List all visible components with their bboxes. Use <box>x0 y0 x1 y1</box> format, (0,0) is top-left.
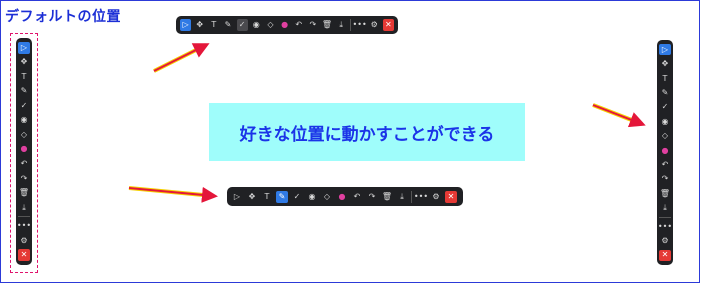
default-position-heading: デフォルトの位置 <box>5 9 121 25</box>
pen-icon[interactable]: ✎ <box>222 19 233 31</box>
toolbar-horizontal-top: ▷ ✥ T ✎ ✓ ◉ ◇ ● ↶ ↷ 🗑 ⤓ ••• ⚙ ✕ <box>176 16 398 34</box>
pen-icon[interactable]: ✎ <box>659 87 671 98</box>
caption-box: 好きな位置に動かすことができる <box>209 103 525 161</box>
trash-icon[interactable]: 🗑 <box>381 191 393 203</box>
eraser-icon[interactable]: ◇ <box>321 191 333 203</box>
toolbar-separator <box>411 190 412 203</box>
close-icon[interactable]: ✕ <box>445 190 457 203</box>
undo-icon[interactable]: ↶ <box>351 191 363 203</box>
toolbar-vertical-left: ▷ ✥ T ✎ ✓ ◉ ◇ ● ↶ ↷ 🗑 ⤓ ••• ⚙ ✕ <box>16 38 32 265</box>
undo-icon[interactable]: ↶ <box>18 158 30 170</box>
circle-icon[interactable]: ◉ <box>251 19 262 31</box>
circle-icon[interactable]: ◉ <box>18 115 30 127</box>
redo-icon[interactable]: ↷ <box>659 174 671 185</box>
close-icon[interactable]: ✕ <box>382 19 394 31</box>
undo-icon[interactable]: ↶ <box>293 19 304 31</box>
color-icon[interactable]: ● <box>336 191 348 203</box>
eraser-icon[interactable]: ◇ <box>18 129 30 141</box>
eraser-icon[interactable]: ◇ <box>265 19 276 31</box>
toolbar-horizontal-middle: ▷ ✥ T ✎ ✓ ◉ ◇ ● ↶ ↷ 🗑 ⤓ ••• ⚙ ✕ <box>227 187 463 206</box>
pen-icon[interactable]: ✎ <box>276 190 288 203</box>
color-icon[interactable]: ● <box>18 144 30 156</box>
trash-icon[interactable]: 🗑 <box>659 188 671 199</box>
trash-icon[interactable]: 🗑 <box>18 187 30 199</box>
trash-icon[interactable]: 🗑 <box>321 19 332 31</box>
more-icon[interactable]: ••• <box>414 191 428 203</box>
download-icon[interactable]: ⤓ <box>396 191 408 203</box>
toolbar-separator <box>349 19 351 31</box>
text-icon[interactable]: T <box>18 71 30 83</box>
move-icon[interactable]: ✥ <box>194 19 205 31</box>
select-icon[interactable]: ▷ <box>180 19 192 31</box>
check-icon[interactable]: ✓ <box>18 100 30 112</box>
close-icon[interactable]: ✕ <box>18 249 30 261</box>
circle-icon[interactable]: ◉ <box>659 116 671 127</box>
undo-icon[interactable]: ↶ <box>659 159 671 170</box>
move-icon[interactable]: ✥ <box>246 191 258 203</box>
settings-icon[interactable]: ⚙ <box>369 19 380 31</box>
toolbar-separator <box>18 216 30 218</box>
settings-icon[interactable]: ⚙ <box>18 235 30 247</box>
close-icon[interactable]: ✕ <box>659 249 671 262</box>
select-icon[interactable]: ▷ <box>659 44 671 56</box>
text-icon[interactable]: T <box>659 73 671 84</box>
select-icon[interactable]: ▷ <box>231 191 243 203</box>
check-icon[interactable]: ✓ <box>236 19 248 31</box>
text-icon[interactable]: T <box>208 19 219 31</box>
download-icon[interactable]: ⤓ <box>659 202 671 213</box>
more-icon[interactable]: ••• <box>658 221 672 232</box>
settings-icon[interactable]: ⚙ <box>659 235 671 246</box>
check-icon[interactable]: ✓ <box>291 191 303 203</box>
toolbar-separator <box>659 216 671 218</box>
color-icon[interactable]: ● <box>279 19 290 31</box>
more-icon[interactable]: ••• <box>353 19 367 31</box>
select-icon[interactable]: ▷ <box>18 42 30 54</box>
text-icon[interactable]: T <box>261 191 273 203</box>
redo-icon[interactable]: ↷ <box>366 191 378 203</box>
color-icon[interactable]: ● <box>659 145 671 156</box>
pen-icon[interactable]: ✎ <box>18 86 30 98</box>
download-icon[interactable]: ⤓ <box>336 19 347 31</box>
move-icon[interactable]: ✥ <box>659 58 671 69</box>
download-icon[interactable]: ⤓ <box>18 202 30 214</box>
redo-icon[interactable]: ↷ <box>18 173 30 185</box>
toolbar-vertical-right: ▷ ✥ T ✎ ✓ ◉ ◇ ● ↶ ↷ 🗑 ⤓ ••• ⚙ ✕ <box>657 40 673 265</box>
settings-icon[interactable]: ⚙ <box>430 191 442 203</box>
redo-icon[interactable]: ↷ <box>307 19 318 31</box>
check-icon[interactable]: ✓ <box>659 102 671 113</box>
more-icon[interactable]: ••• <box>17 220 31 232</box>
move-icon[interactable]: ✥ <box>18 57 30 69</box>
circle-icon[interactable]: ◉ <box>306 191 318 203</box>
eraser-icon[interactable]: ◇ <box>659 130 671 141</box>
